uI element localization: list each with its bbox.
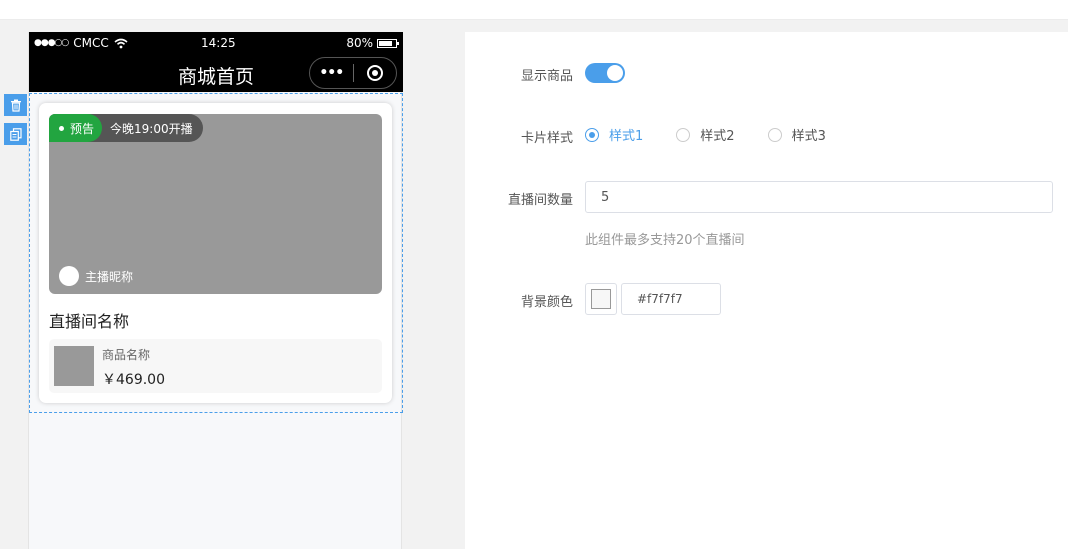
color-picker-button[interactable] [585,283,617,315]
goods-name: 商品名称 [102,348,151,362]
radio-unchecked-icon [767,127,782,142]
capsule-close-button[interactable] [353,65,396,81]
preview-tag: 预告 [70,121,95,136]
more-dots-icon[interactable]: ••• [310,65,353,81]
switch-knob [607,65,623,81]
top-strip [0,0,1068,20]
show-goods-switch[interactable] [585,63,625,83]
goods-item: 商品名称 ￥469.00 [49,339,382,393]
target-circle-icon [366,65,383,81]
radio-checked-icon [585,127,599,142]
battery-icon [377,38,399,48]
room-count-label: 直播间数量 [507,193,573,208]
carrier-label: CMCC [73,36,109,50]
copy-icon [9,127,22,141]
delete-component-button[interactable] [4,94,27,116]
live-room-card[interactable]: 预告 今晚19:00开播 主播昵称 直播间名称 商品名称 ￥469.00 [39,103,392,403]
radio-label: 样式2 [700,129,735,144]
settings-panel: 显示商品 卡片样式 样式1 样式2 样式3 直播间数量 此组件最多支持20个直播… [465,32,1068,549]
anchor-name: 主播昵称 [85,269,134,284]
wifi-icon [114,38,128,48]
copy-component-button[interactable] [4,123,27,145]
trash-icon [10,99,21,112]
room-name: 直播间名称 [49,312,130,331]
radio-style-3[interactable]: 样式3 [767,125,826,144]
status-time: 14:25 [201,36,236,50]
bg-color-input[interactable] [621,283,721,315]
anchor-info: 主播昵称 [59,266,133,286]
start-time-label: 今晚19:00开播 [110,121,193,136]
radio-unchecked-icon [676,127,691,142]
room-count-hint: 此组件最多支持20个直播间 [585,233,745,248]
status-bar: ●●●○○ CMCC 14:25 80% [29,32,403,54]
bg-color-label: 背景颜色 [520,295,573,310]
live-status-tag: 预告 今晚19:00开播 [49,114,203,142]
tag-dot-icon [59,125,64,131]
phone-preview: ●●●○○ CMCC 14:25 80% 商城首页 ••• 预告 今晚19:00… [28,32,403,549]
card-style-label: 卡片样式 [520,131,573,146]
goods-image [54,346,94,386]
radio-label: 样式3 [791,129,826,144]
avatar [59,266,79,286]
radio-label: 样式1 [609,129,644,144]
radio-style-1[interactable]: 样式1 [585,125,643,144]
color-swatch [591,289,611,309]
card-style-radio-group: 样式1 样式2 样式3 [585,125,859,144]
capsule-menu: ••• [309,57,397,89]
battery-percent: 80% [346,36,373,50]
goods-price: ￥469.00 [102,372,165,388]
room-count-input[interactable] [585,181,1053,213]
signal-dots: ●●●○○ [34,38,69,48]
nav-bar: 商城首页 ••• [29,54,403,92]
radio-style-2[interactable]: 样式2 [676,125,735,144]
show-goods-label: 显示商品 [520,69,573,84]
live-cover-image: 预告 今晚19:00开播 主播昵称 [49,114,382,294]
